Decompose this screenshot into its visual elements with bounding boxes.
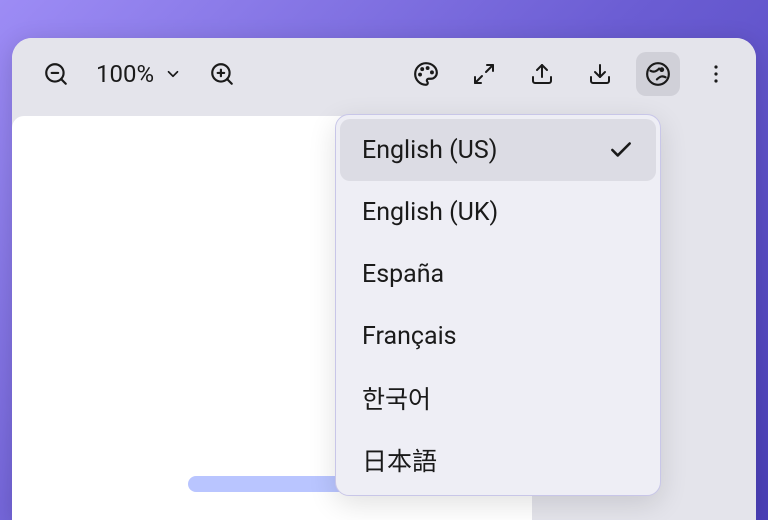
progress-bar bbox=[188, 476, 348, 492]
toolbar-left: 100% bbox=[34, 52, 244, 96]
language-option[interactable]: English (UK) bbox=[340, 181, 656, 243]
download-icon bbox=[588, 62, 612, 86]
globe-icon bbox=[645, 61, 671, 87]
upload-button[interactable] bbox=[520, 52, 564, 96]
download-button[interactable] bbox=[578, 52, 622, 96]
language-option-label: English (UK) bbox=[362, 198, 498, 227]
language-button[interactable] bbox=[636, 52, 680, 96]
maximize-icon bbox=[472, 62, 496, 86]
language-option-label: English (US) bbox=[362, 136, 497, 165]
language-option-label: 한국어 bbox=[362, 380, 431, 416]
zoom-in-button[interactable] bbox=[200, 52, 244, 96]
theme-button[interactable] bbox=[404, 52, 448, 96]
language-dropdown: English (US) English (UK) España Français 한국… bbox=[335, 114, 661, 496]
language-option[interactable]: English (US) bbox=[340, 119, 656, 181]
upload-icon bbox=[530, 62, 554, 86]
zoom-level-value: 100% bbox=[96, 60, 154, 88]
language-option[interactable]: Français bbox=[340, 305, 656, 367]
toolbar: 100% bbox=[12, 38, 756, 110]
zoom-out-icon bbox=[43, 61, 69, 87]
language-option[interactable]: 日本語 bbox=[340, 429, 656, 491]
language-option-label: España bbox=[362, 260, 444, 289]
fullscreen-button[interactable] bbox=[462, 52, 506, 96]
zoom-in-icon bbox=[209, 61, 235, 87]
zoom-level-selector[interactable]: 100% bbox=[92, 60, 186, 88]
more-vertical-icon bbox=[704, 62, 728, 86]
check-icon bbox=[608, 137, 634, 163]
zoom-out-button[interactable] bbox=[34, 52, 78, 96]
language-option-label: Français bbox=[362, 322, 457, 351]
toolbar-right bbox=[404, 52, 738, 96]
palette-icon bbox=[413, 61, 439, 87]
more-options-button[interactable] bbox=[694, 52, 738, 96]
language-option-label: 日本語 bbox=[362, 442, 437, 478]
language-option[interactable]: España bbox=[340, 243, 656, 305]
chevron-down-icon bbox=[164, 65, 182, 83]
language-option[interactable]: 한국어 bbox=[340, 367, 656, 429]
